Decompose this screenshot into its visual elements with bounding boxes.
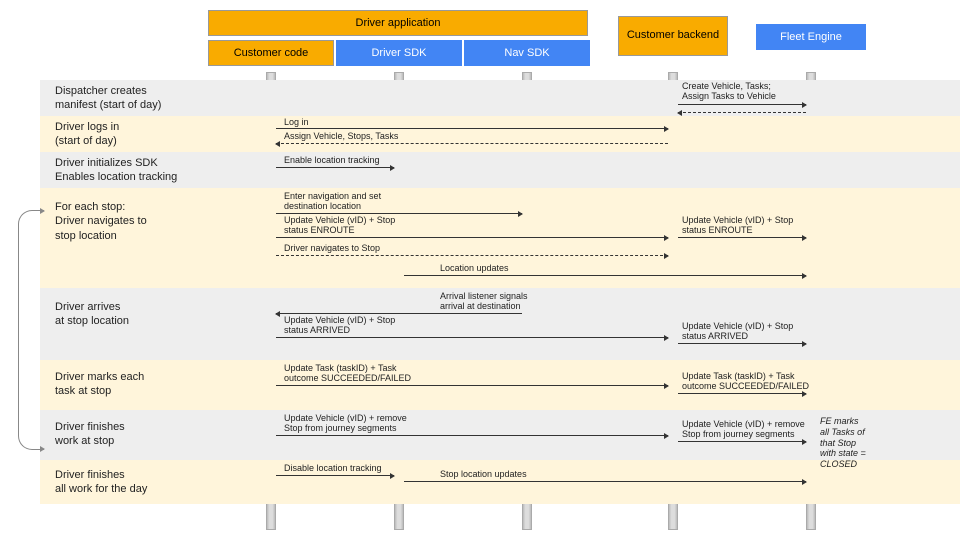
- arrow-update-enroute: [276, 237, 668, 238]
- msg-disable-tracking: Disable location tracking: [284, 464, 382, 474]
- arrow-update-task2: [678, 393, 806, 394]
- row-label-3: Driver initializes SDK Enables location …: [55, 156, 177, 185]
- msg-stop-loc-updates: Stop location updates: [440, 470, 527, 480]
- row-label-8: Driver finishes all work for the day: [55, 468, 147, 497]
- arrow-enable-tracking: [276, 167, 394, 168]
- loop-indicator: [18, 210, 44, 450]
- arrow-arrival-listener: [276, 313, 522, 314]
- msg-update-enroute: Update Vehicle (vID) + Stop status ENROU…: [284, 216, 395, 236]
- arrow-enter-nav: [276, 213, 522, 214]
- msg-remove-stop: Update Vehicle (vID) + remove Stop from …: [284, 414, 407, 434]
- msg-create-vehicle: Create Vehicle, Tasks; Assign Tasks to V…: [682, 82, 776, 102]
- arrow-update-arrived2: [678, 343, 806, 344]
- msg-enable-tracking: Enable location tracking: [284, 156, 380, 166]
- arrow-log-in: [276, 128, 668, 129]
- row-label-6: Driver marks each task at stop: [55, 370, 144, 399]
- msg-update-arrived2: Update Vehicle (vID) + Stop status ARRIV…: [682, 322, 793, 342]
- arrow-remove-stop: [276, 435, 668, 436]
- arrow-disable-tracking: [276, 475, 394, 476]
- row-bg-1: [40, 80, 960, 116]
- msg-assign-vehicle: Assign Vehicle, Stops, Tasks: [284, 132, 398, 142]
- row-label-4: For each stop: Driver navigates to stop …: [55, 200, 147, 243]
- arrow-update-task: [276, 385, 668, 386]
- msg-enter-nav: Enter navigation and set destination loc…: [284, 192, 381, 212]
- msg-update-task2: Update Task (taskID) + Task outcome SUCC…: [682, 372, 809, 392]
- arrow-assign-vehicle: [276, 143, 668, 144]
- arrow-update-enroute2: [678, 237, 806, 238]
- msg-arrival-listener: Arrival listener signals arrival at dest…: [440, 292, 528, 312]
- row-label-2: Driver logs in (start of day): [55, 120, 119, 149]
- msg-navigates: Driver navigates to Stop: [284, 244, 380, 254]
- msg-loc-updates: Location updates: [440, 264, 509, 274]
- row-label-7: Driver finishes work at stop: [55, 420, 125, 449]
- header-customer-backend: Customer backend: [618, 16, 728, 56]
- row-label-5: Driver arrives at stop location: [55, 300, 129, 329]
- header-driver-application: Driver application: [208, 10, 588, 36]
- row-label-1: Dispatcher creates manifest (start of da…: [55, 84, 161, 113]
- arrow-create-vehicle-return: [678, 112, 806, 113]
- arrow-remove-stop2: [678, 441, 806, 442]
- header-driver-sdk: Driver SDK: [336, 40, 462, 66]
- arrow-create-vehicle: [678, 104, 806, 105]
- arrow-update-arrived: [276, 337, 668, 338]
- row-bg-3: [40, 152, 960, 188]
- arrow-stop-loc-updates: [404, 481, 806, 482]
- fe-note: FE marks all Tasks of that Stop with sta…: [820, 416, 880, 470]
- header-fleet-engine: Fleet Engine: [756, 24, 866, 50]
- arrow-loc-updates: [404, 275, 806, 276]
- header-customer-code: Customer code: [208, 40, 334, 66]
- msg-update-arrived: Update Vehicle (vID) + Stop status ARRIV…: [284, 316, 395, 336]
- header-nav-sdk: Nav SDK: [464, 40, 590, 66]
- msg-update-enroute2: Update Vehicle (vID) + Stop status ENROU…: [682, 216, 793, 236]
- arrow-navigates: [276, 255, 668, 256]
- msg-update-task: Update Task (taskID) + Task outcome SUCC…: [284, 364, 411, 384]
- row-bg-2: [40, 116, 960, 152]
- msg-remove-stop2: Update Vehicle (vID) + remove Stop from …: [682, 420, 805, 440]
- msg-log-in: Log in: [284, 118, 309, 128]
